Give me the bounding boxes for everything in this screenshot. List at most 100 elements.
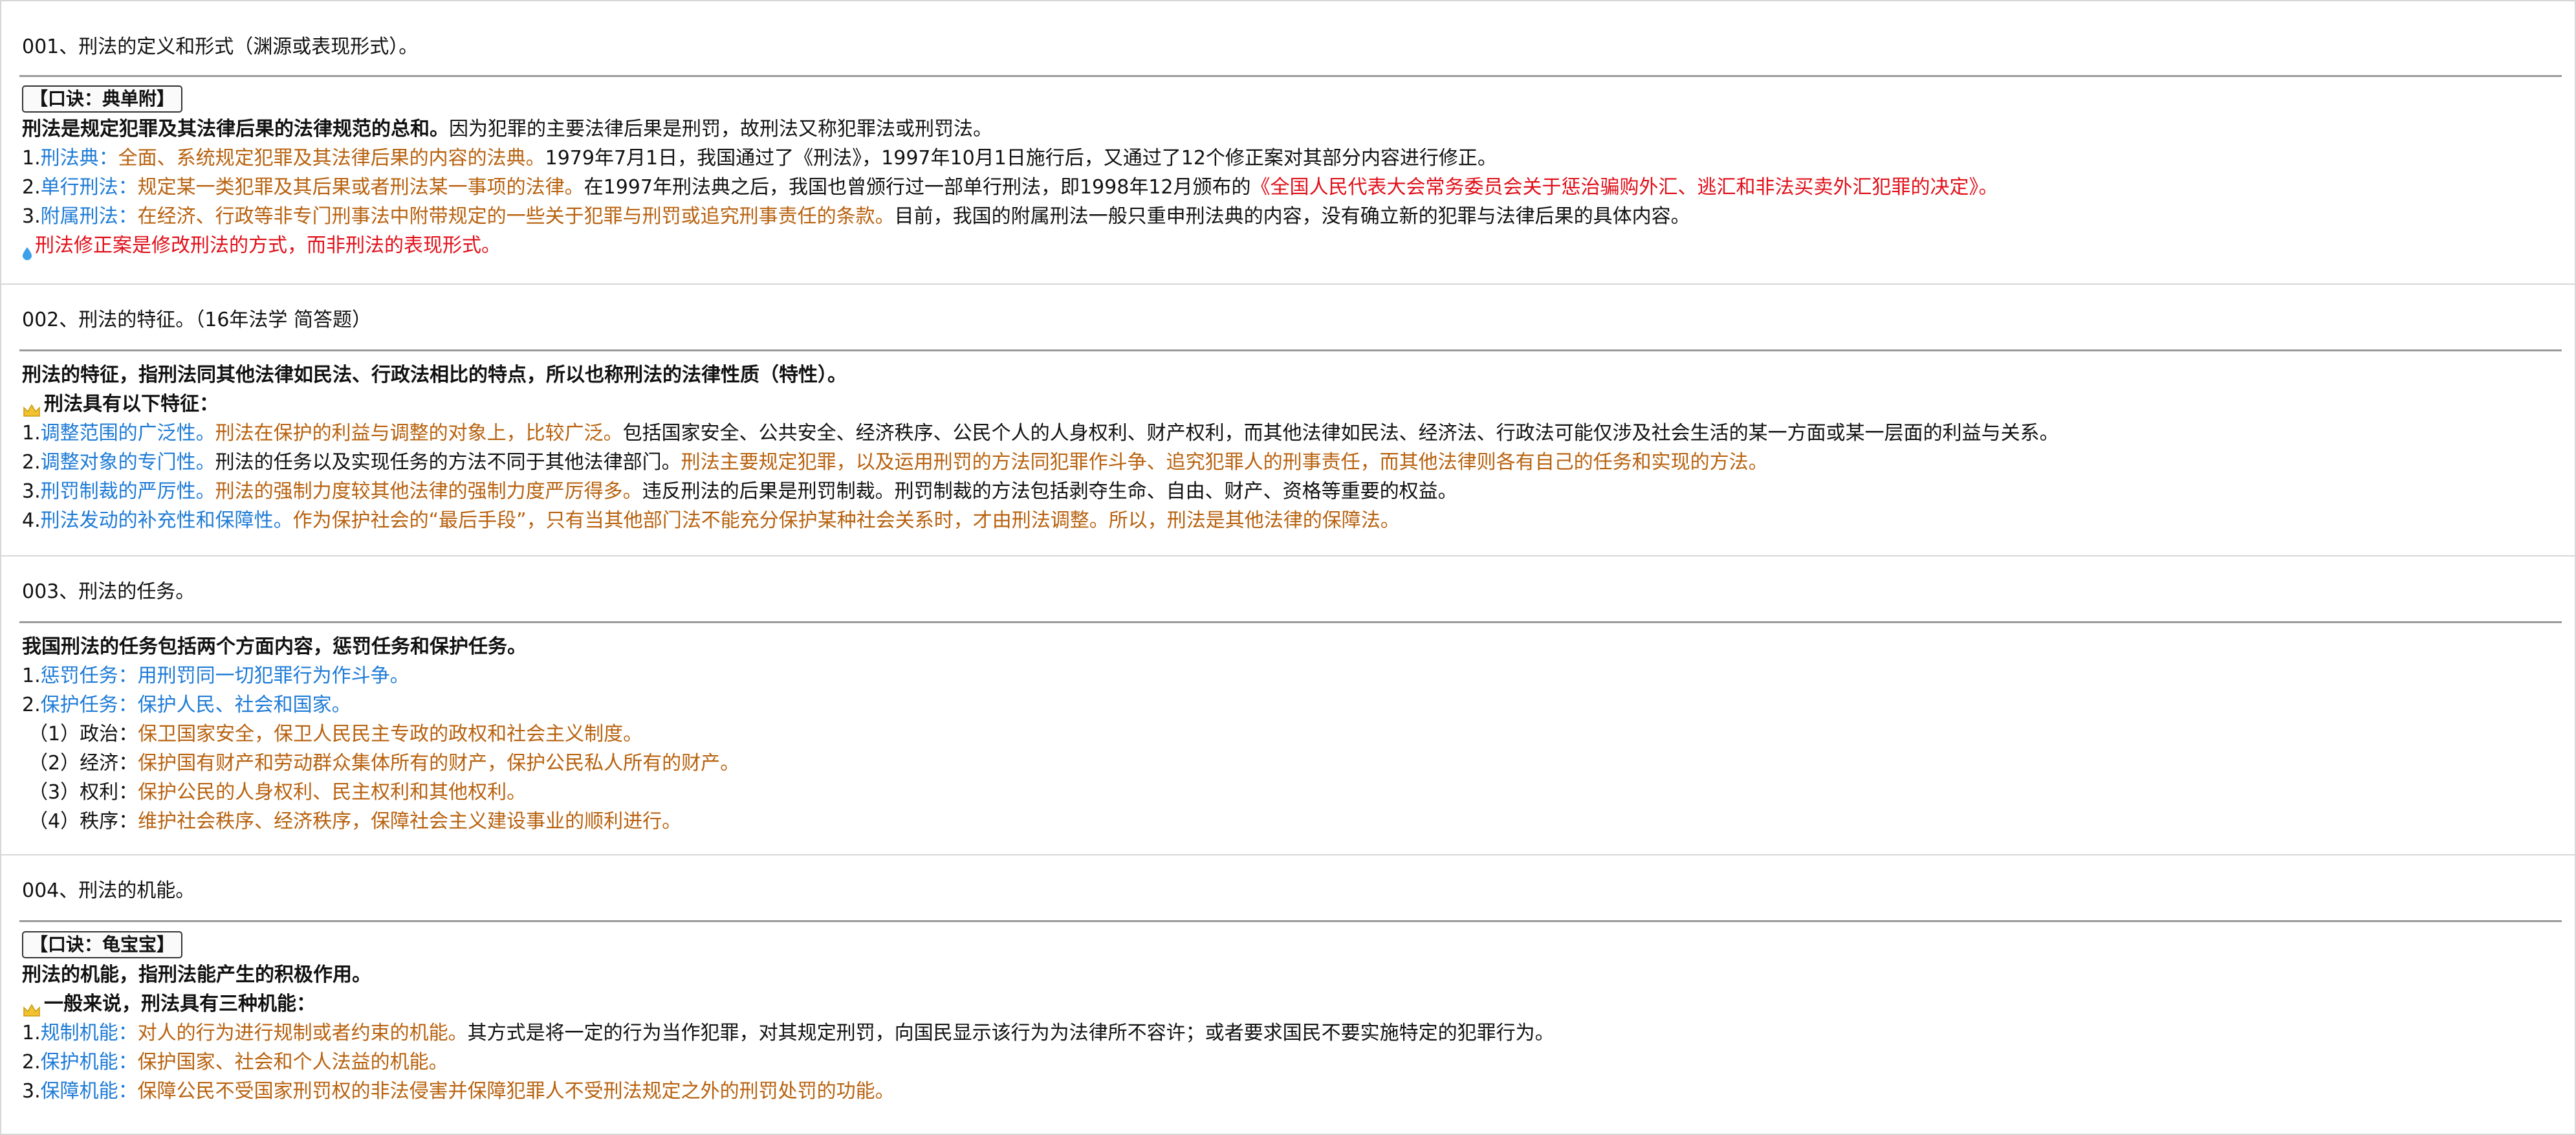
sub-item: （2）经济： 保护国有财产和劳动群众集体所有的财产，保护公民私人所有的财产。 [22, 749, 2536, 778]
divider [19, 349, 2562, 351]
list-item: 1. 刑法典： 全面、系统规定犯罪及其法律后果的内容的法典。 1979年7月1日，我… [22, 144, 2536, 173]
sub-item-text: 保卫国家安全，保卫人民民主专政的政权和社会主义制度。 [138, 723, 643, 745]
list-item: 3. 保障机能： 保障公民不受国家刑罚权的非法侵害并保障犯罪人不受刑法规定之外的刑… [22, 1077, 2536, 1106]
item-explanation: 刑法在保护的利益与调整的对象上，比较广泛。 [215, 422, 623, 445]
section-002: 002、刑法的特征。（16年法学 简答题） 刑法的特征，指刑法同其他法律如民法、… [0, 283, 2576, 556]
item-number: 3. [22, 205, 41, 228]
question-title: 002、刑法的特征。（16年法学 简答题） [22, 309, 371, 331]
lead-line: 一般来说，刑法具有三种机能： [22, 989, 2536, 1019]
section-body: 刑法的特征，指刑法同其他法律如民法、行政法相比的特点，所以也称刑法的法律性质（特… [22, 360, 2536, 535]
item-keyword: 惩罚任务：用刑罚同一切犯罪行为作斗争。 [40, 665, 409, 687]
list-item: 2. 调整对象的专门性。 刑法的任务以及实现任务的方法不同于其他法律部门。 刑法主要… [22, 448, 2536, 477]
definition-line: 刑法是规定犯罪及其法律后果的法律规范的总和。 因为犯罪的主要法律后果是刑罚，故刑法… [22, 115, 2536, 144]
item-keyword: 保护机能： [40, 1051, 138, 1074]
definition-bold: 刑法的特征，指刑法同其他法律如民法、行政法相比的特点，所以也称刑法的法律性质（特… [22, 364, 847, 386]
list-item: 3. 附属刑法： 在经济、行政等非专门刑事法中附带规定的一些关于犯罪与刑罚或追究刑… [22, 202, 2536, 231]
item-number: 4. [22, 509, 41, 532]
question-title: 004、刑法的机能。 [22, 879, 195, 902]
item-number: 1. [22, 1022, 41, 1044]
section-003: 003、刑法的任务。 我国刑法的任务包括两个方面内容，惩罚任务和保护任务。 1.… [0, 555, 2576, 855]
sub-item-label: （2）经济： [28, 752, 138, 775]
section-body: 我国刑法的任务包括两个方面内容，惩罚任务和保护任务。 1. 惩罚任务：用刑罚同一… [22, 632, 2536, 836]
item-explanation: 保障公民不受国家刑罚权的非法侵害并保障犯罪人不受刑法规定之外的刑罚处罚的功能。 [137, 1080, 895, 1103]
item-number: 1. [22, 665, 41, 687]
definition-bold: 刑法是规定犯罪及其法律后果的法律规范的总和。 [22, 118, 449, 140]
item-keyword: 刑法发动的补充性和保障性。 [40, 509, 293, 532]
item-explanation: 全面、系统规定犯罪及其法律后果的内容的法典。 [118, 147, 545, 170]
lead-text: 一般来说，刑法具有三种机能： [44, 993, 316, 1015]
note-text: 刑法修正案是修改刑法的方式，而非刑法的表现形式。 [35, 234, 501, 257]
item-text: 在1997年刑法典之后，我国也曾颁行过一部单行刑法，即1998年12月颁布的 [584, 176, 1251, 199]
item-explanation: 作为保护社会的“最后手段”，只有当其他部门法不能充分保护某种社会关系时，才由刑法… [292, 509, 1400, 532]
water-drop-icon [22, 240, 32, 260]
sub-item-text: 保护国有财产和劳动群众集体所有的财产，保护公民私人所有的财产。 [138, 752, 740, 775]
section-004: 004、刑法的机能。 【口诀：龟宝宝】 刑法的机能，指刑法能产生的积极作用。 一… [0, 854, 2576, 1135]
divider [19, 75, 2562, 77]
list-item: 3. 刑罚制裁的严厉性。 刑法的强制力度较其他法律的强制力度严厉得多。 违反刑法的后… [22, 477, 2536, 506]
question-title: 001、刑法的定义和形式（渊源或表现形式）。 [22, 36, 419, 58]
sub-item-text: 维护社会秩序、经济秩序，保障社会主义建设事业的顺利进行。 [138, 810, 682, 833]
section-body: 【口诀：龟宝宝】 刑法的机能，指刑法能产生的积极作用。 一般来说，刑法具有三种机… [22, 931, 2536, 1106]
item-text: 其方式是将一定的行为当作犯罪，对其规定刑罚，向国民显示该行为为法律所不容许；或者… [467, 1022, 1555, 1044]
mnemonic-badge: 【口诀：典单附】 [22, 85, 183, 113]
list-item: 2. 保护任务：保护人民、社会和国家。 [22, 690, 2536, 720]
definition-line: 刑法的特征，指刑法同其他法律如民法、行政法相比的特点，所以也称刑法的法律性质（特… [22, 360, 2536, 390]
item-number: 1. [22, 422, 41, 445]
item-number: 1. [22, 147, 41, 170]
sub-item: （3）权利： 保护公民的人身权利、民主权利和其他权利。 [22, 778, 2536, 807]
section-001: 001、刑法的定义和形式（渊源或表现形式）。 【口诀：典单附】 刑法是规定犯罪及… [0, 0, 2576, 285]
sub-item: （1）政治： 保卫国家安全，保卫人民民主专政的政权和社会主义制度。 [22, 720, 2536, 749]
sub-item-label: （4）秩序： [28, 810, 138, 833]
crown-icon [22, 398, 41, 417]
lead-text: 刑法具有以下特征： [44, 393, 219, 415]
sub-item-label: （1）政治： [28, 723, 138, 745]
list-item: 2. 保护机能： 保护国家、社会和个人法益的机能。 [22, 1048, 2536, 1077]
item-keyword: 调整对象的专门性。 [40, 451, 215, 474]
sub-item: （4）秩序： 维护社会秩序、经济秩序，保障社会主义建设事业的顺利进行。 [22, 807, 2536, 836]
item-number: 2. [22, 1051, 41, 1074]
item-keyword: 单行刑法： [40, 176, 138, 199]
list-item: 4. 刑法发动的补充性和保障性。 作为保护社会的“最后手段”，只有当其他部门法不能… [22, 506, 2536, 535]
item-keyword: 调整范围的广泛性。 [40, 422, 215, 445]
sub-item-label: （3）权利： [28, 781, 138, 804]
item-explanation: 刑法主要规定犯罪，以及运用刑罚的方法同犯罪作斗争、追究犯罪人的刑事责任，而其他法… [681, 451, 1768, 474]
item-explanation: 在经济、行政等非专门刑事法中附带规定的一些关于犯罪与刑罚或追究刑事责任的条款。 [137, 205, 895, 228]
definition-text: 因为犯罪的主要法律后果是刑罚，故刑法又称犯罪法或刑罚法。 [449, 118, 992, 140]
document-page: 001、刑法的定义和形式（渊源或表现形式）。 【口诀：典单附】 刑法是规定犯罪及… [0, 0, 2576, 1135]
item-keyword: 附属刑法： [40, 205, 138, 228]
question-title: 003、刑法的任务。 [22, 580, 195, 603]
item-keyword: 保护任务：保护人民、社会和国家。 [40, 694, 351, 716]
item-number: 2. [22, 451, 41, 474]
item-explanation: 对人的行为进行规制或者约束的机能。 [137, 1022, 468, 1044]
list-item: 1. 惩罚任务：用刑罚同一切犯罪行为作斗争。 [22, 661, 2536, 690]
list-item: 1. 规制机能： 对人的行为进行规制或者约束的机能。 其方式是将一定的行为当作犯罪，… [22, 1019, 2536, 1048]
item-text: 目前，我国的附属刑法一般只重申刑法典的内容，没有确立新的犯罪与法律后果的具体内容… [894, 205, 1690, 228]
definition-bold: 刑法的机能，指刑法能产生的积极作用。 [22, 964, 371, 986]
lead-line: 刑法具有以下特征： [22, 390, 2536, 419]
item-keyword: 刑罚制裁的严厉性。 [40, 480, 215, 503]
item-keyword: 规制机能： [40, 1022, 138, 1044]
item-number: 3. [22, 480, 41, 503]
sub-item-text: 保护公民的人身权利、民主权利和其他权利。 [138, 781, 527, 804]
list-item: 2. 单行刑法： 规定某一类犯罪及其后果或者刑法某一事项的法律。 在1997年刑法典… [22, 173, 2536, 202]
item-text: 刑法的任务以及实现任务的方法不同于其他法律部门。 [215, 451, 681, 474]
definition-line: 我国刑法的任务包括两个方面内容，惩罚任务和保护任务。 [22, 632, 2536, 661]
list-item: 1. 调整范围的广泛性。 刑法在保护的利益与调整的对象上，比较广泛。 包括国家安全、… [22, 419, 2536, 448]
divider [19, 920, 2562, 922]
item-number: 3. [22, 1080, 41, 1103]
section-body: 【口诀：典单附】 刑法是规定犯罪及其法律后果的法律规范的总和。 因为犯罪的主要法律… [22, 85, 2536, 260]
item-text: 1979年7月1日，我国通过了《刑法》，1997年10月1日施行后，又通过了12… [545, 147, 1497, 170]
item-explanation: 刑法的强制力度较其他法律的强制力度严厉得多。 [215, 480, 642, 503]
note-line: 刑法修正案是修改刑法的方式，而非刑法的表现形式。 [22, 231, 2536, 260]
item-text: 违反刑法的后果是刑罚制裁。刑罚制裁的方法包括剥夺生命、自由、财产、资格等重要的权… [642, 480, 1457, 503]
item-explanation: 保护国家、社会和个人法益的机能。 [137, 1051, 448, 1074]
item-keyword: 刑法典： [40, 147, 118, 170]
item-explanation: 规定某一类犯罪及其后果或者刑法某一事项的法律。 [137, 176, 584, 199]
mnemonic-badge: 【口诀：龟宝宝】 [22, 931, 183, 958]
crown-icon [22, 998, 41, 1017]
item-number: 2. [22, 176, 41, 199]
divider [19, 621, 2562, 623]
item-keyword: 保障机能： [40, 1080, 138, 1103]
item-number: 2. [22, 694, 41, 716]
item-highlight: 《全国人民代表大会常务委员会关于惩治骗购外汇、逃汇和非法买卖外汇犯罪的决定》。 [1250, 176, 1998, 199]
